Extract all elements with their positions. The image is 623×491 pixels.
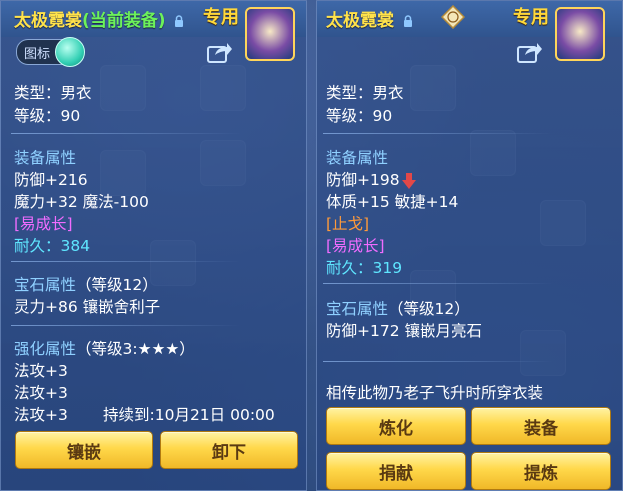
- equip-attr-header: 装备属性: [326, 149, 389, 167]
- enhance-header-label: 强化属性: [14, 340, 77, 358]
- current-equipment-panel: 太极霓裳(当前装备) 专用 图标 类型：男衣 等级：90 装备属性 防御+216…: [0, 0, 307, 491]
- extract-button[interactable]: 提炼: [471, 452, 611, 490]
- lock-icon: [175, 15, 184, 27]
- unequip-button[interactable]: 卸下: [160, 431, 298, 469]
- icon-toggle-label: 图标: [24, 47, 51, 62]
- exclusive-badge: 专用: [203, 7, 239, 28]
- enhance-attr: 法攻+3: [14, 384, 68, 402]
- gem-header: 宝石属性（等级12）: [14, 273, 158, 295]
- attr-defense: 防御+216: [14, 171, 88, 189]
- level-line: 等级：90: [326, 107, 393, 125]
- grow-tag: [易成长]: [326, 237, 385, 255]
- item-title: 太极霓裳: [326, 6, 413, 31]
- divider: [323, 133, 553, 134]
- attr-defense-value: 防御+198: [326, 171, 400, 189]
- lock-icon: [403, 15, 412, 27]
- durability-label: 耐久：: [326, 259, 373, 277]
- item-robe-icon: [245, 7, 295, 61]
- enhance-level: （等级3:★★★）: [76, 340, 195, 358]
- attr-defense: 防御+198: [326, 168, 416, 190]
- type-line: 类型：男衣: [14, 84, 92, 102]
- type-line: 类型：男衣: [326, 84, 404, 102]
- enhance-attr: 法攻+3: [14, 362, 68, 380]
- item-name: 太极霓裳: [14, 11, 82, 31]
- divider: [11, 261, 241, 262]
- attr-magic: 魔力+32 魔法-100: [14, 193, 149, 211]
- attr-stats: 体质+15 敏捷+14: [326, 193, 459, 211]
- gem-attr: 防御+172 镶嵌月亮石: [326, 322, 482, 340]
- durability-label: 耐久：: [14, 237, 61, 255]
- item-name: 太极霓裳: [326, 11, 394, 31]
- gem-header-label: 宝石属性: [326, 300, 389, 318]
- grow-tag: [易成长]: [14, 215, 73, 233]
- durability-value: 319: [372, 259, 403, 277]
- durability: 耐久：319: [326, 256, 402, 278]
- down-arrow-icon: [401, 172, 416, 189]
- gem-header: 宝石属性（等级12）: [326, 297, 470, 319]
- divider: [323, 361, 553, 362]
- enhance-duration: 持续到:10月21日 00:00: [103, 406, 275, 424]
- enhance-attr: 法攻+3: [14, 406, 68, 424]
- gem-level: （等级12）: [76, 276, 158, 294]
- bound-seal-icon: [441, 5, 465, 29]
- donate-button[interactable]: 捐献: [326, 452, 466, 490]
- exclusive-badge: 专用: [513, 7, 549, 28]
- refine-button[interactable]: 炼化: [326, 407, 466, 445]
- divider: [11, 325, 241, 326]
- share-icon[interactable]: [207, 41, 233, 63]
- item-title: 太极霓裳(当前装备): [14, 6, 184, 31]
- durability: 耐久：384: [14, 234, 90, 256]
- special-tag: [止戈]: [326, 215, 370, 233]
- gem-level: （等级12）: [388, 300, 470, 318]
- durability-value: 384: [60, 237, 91, 255]
- divider: [11, 133, 241, 134]
- toggle-knob[interactable]: [55, 37, 85, 67]
- level-line: 等级：90: [14, 107, 81, 125]
- current-equip-tag: (当前装备): [82, 11, 166, 31]
- compare-equipment-panel: 太极霓裳 专用 类型：男衣 等级：90 装备属性 防御+198 体质+15 敏捷…: [316, 0, 623, 491]
- share-icon[interactable]: [517, 41, 543, 63]
- item-description: 相传此物乃老子飞升时所穿衣装: [326, 384, 544, 402]
- enhance-header: 强化属性（等级3:★★★）: [14, 337, 195, 359]
- inlay-button[interactable]: 镶嵌: [15, 431, 153, 469]
- equip-attr-header: 装备属性: [14, 149, 77, 167]
- divider: [323, 283, 553, 284]
- gem-attr: 灵力+86 镶嵌舍利子: [14, 298, 161, 316]
- icon-toggle[interactable]: 图标: [16, 37, 85, 67]
- gem-header-label: 宝石属性: [14, 276, 77, 294]
- equip-button[interactable]: 装备: [471, 407, 611, 445]
- item-robe-icon: [555, 7, 605, 61]
